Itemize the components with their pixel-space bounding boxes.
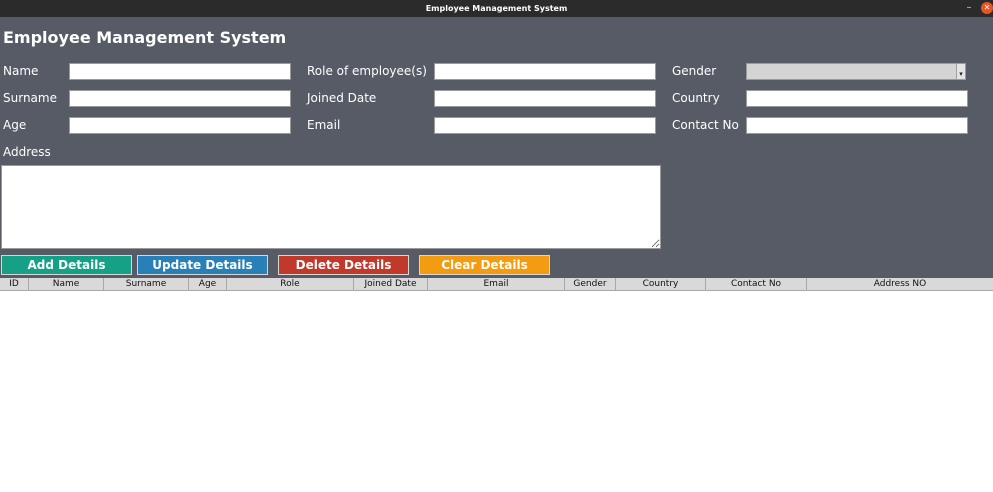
surname-label: Surname (3, 91, 57, 105)
employee-table-body[interactable] (0, 291, 993, 492)
email-input[interactable] (434, 117, 656, 134)
column-header-age[interactable]: Age (189, 278, 227, 290)
age-input[interactable] (69, 117, 291, 134)
column-header-gender[interactable]: Gender (565, 278, 616, 290)
column-header-name[interactable]: Name (29, 278, 104, 290)
column-header-address-no[interactable]: Address NO (807, 278, 993, 290)
table-header: ID Name Surname Age Role Joined Date Ema… (0, 278, 993, 291)
column-header-surname[interactable]: Surname (104, 278, 189, 290)
age-label: Age (3, 118, 27, 132)
country-label: Country (672, 91, 720, 105)
column-header-email[interactable]: Email (428, 278, 565, 290)
contact-no-input[interactable] (746, 117, 968, 134)
column-header-id[interactable]: ID (0, 278, 29, 290)
minimize-icon[interactable]: – (963, 0, 975, 17)
column-header-country[interactable]: Country (616, 278, 706, 290)
joined-date-label: Joined Date (307, 91, 377, 105)
name-label: Name (3, 64, 39, 78)
address-textarea[interactable] (1, 165, 661, 249)
add-details-button[interactable]: Add Details (1, 255, 132, 275)
email-label: Email (307, 118, 341, 132)
page-title: Employee Management System (3, 28, 287, 47)
update-details-button[interactable]: Update Details (137, 255, 268, 275)
column-header-role[interactable]: Role (227, 278, 354, 290)
column-header-contact-no[interactable]: Contact No (706, 278, 807, 290)
column-header-joined-date[interactable]: Joined Date (354, 278, 428, 290)
window-title: Employee Management System (425, 4, 568, 13)
contact-no-label: Contact No (672, 118, 739, 132)
gender-label: Gender (672, 64, 717, 78)
surname-input[interactable] (69, 90, 291, 107)
name-input[interactable] (69, 63, 291, 80)
gender-select[interactable]: ▾ (746, 63, 966, 80)
window-titlebar: Employee Management System – ✕ (0, 0, 993, 17)
clear-details-button[interactable]: Clear Details (419, 255, 550, 275)
delete-details-button[interactable]: Delete Details (278, 255, 409, 275)
joined-date-input[interactable] (434, 90, 656, 107)
close-icon[interactable]: ✕ (981, 2, 993, 14)
address-label: Address (3, 145, 51, 159)
role-label: Role of employee(s) (307, 64, 427, 78)
dropdown-arrow-icon[interactable]: ▾ (956, 64, 965, 79)
country-input[interactable] (746, 90, 968, 107)
role-input[interactable] (434, 63, 656, 80)
